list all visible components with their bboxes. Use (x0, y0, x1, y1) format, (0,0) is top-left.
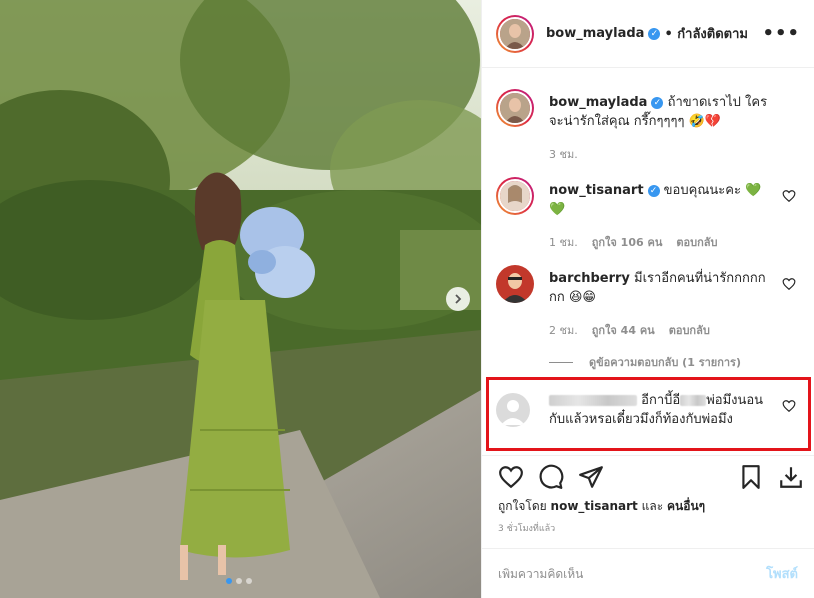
caption: bow_maylada ✓ ถ้าขาดเราไป ใครจะน่ารักใส่ค… (496, 89, 800, 169)
like-comment-heart-icon[interactable] (782, 189, 796, 203)
reply-button[interactable]: ตอบกลับ (676, 233, 717, 251)
divider (549, 361, 573, 363)
like-comment-heart-icon[interactable] (782, 277, 796, 291)
post-header: bow_maylada ✓ • กำลังติดตาม ••• (482, 0, 814, 68)
carousel-dot (246, 578, 252, 584)
verified-badge-icon: ✓ (648, 27, 661, 40)
comment-username[interactable]: now_tisanart (549, 183, 644, 198)
comment-username[interactable]: barchberry (549, 271, 630, 286)
chevron-right-icon (455, 294, 462, 304)
share-paper-plane-icon[interactable] (578, 464, 604, 490)
view-replies-button[interactable]: ดูข้อความตอบกลับ (1 รายการ) (549, 353, 741, 371)
following-status[interactable]: • กำลังติดตาม (664, 23, 748, 44)
caption-username[interactable]: bow_maylada (549, 95, 647, 110)
post-author-username[interactable]: bow_maylada (546, 26, 644, 41)
post-photo[interactable] (0, 0, 481, 598)
like-heart-icon[interactable] (498, 464, 524, 490)
comment-item: barchberry มีเราอีกคนที่น่ารักกกกกกก 😆😁 … (496, 265, 800, 337)
comment-likes[interactable]: ถูกใจ 106 คน (592, 233, 663, 251)
liked-by-joiner: และ (641, 499, 664, 513)
next-photo-button[interactable] (446, 287, 470, 311)
more-options-icon[interactable]: ••• (762, 23, 800, 44)
add-comment-bar: โพสต์ (482, 548, 814, 598)
comment-item: now_tisanart ✓ ขอบคุณนะคะ 💚💚 1 ชม. ถูกใจ … (496, 177, 800, 249)
liked-by-others[interactable]: คนอื่นๆ (667, 499, 705, 513)
avatar[interactable] (496, 14, 534, 53)
liked-by-prefix: ถูกใจโดย (498, 499, 547, 513)
post-comment-button[interactable]: โพสต์ (766, 563, 798, 584)
post-details-panel: bow_maylada ✓ • กำลังติดตาม ••• bow_mayl… (481, 0, 814, 598)
download-icon[interactable] (778, 464, 804, 490)
post-time-ago[interactable]: 3 ชั่วโมงที่แล้ว (498, 521, 555, 535)
verified-badge-icon: ✓ (647, 184, 660, 197)
comment-bubble-icon[interactable] (538, 464, 564, 490)
verified-badge-icon: ✓ (651, 96, 664, 109)
reply-button[interactable]: ตอบกลับ (669, 321, 710, 339)
comment-time[interactable]: 2 ชม. (549, 321, 578, 339)
carousel-indicator (226, 578, 252, 584)
avatar[interactable] (496, 89, 534, 127)
action-bar (482, 455, 814, 495)
liked-by-user[interactable]: now_tisanart (551, 499, 638, 513)
comment-time[interactable]: 1 ชม. (549, 233, 578, 251)
avatar[interactable] (496, 265, 534, 303)
comment-likes[interactable]: ถูกใจ 44 คน (592, 321, 655, 339)
view-replies-label: ดูข้อความตอบกลับ (1 รายการ) (589, 356, 741, 369)
carousel-dot (236, 578, 242, 584)
liked-by-line: ถูกใจโดย now_tisanart และ คนอื่นๆ (498, 497, 705, 516)
save-bookmark-icon[interactable] (738, 464, 764, 490)
highlight-box (486, 377, 811, 451)
comment-input[interactable] (498, 566, 767, 581)
carousel-dot (226, 578, 232, 584)
caption-time[interactable]: 3 ชม. (549, 145, 578, 163)
avatar[interactable] (496, 177, 534, 215)
